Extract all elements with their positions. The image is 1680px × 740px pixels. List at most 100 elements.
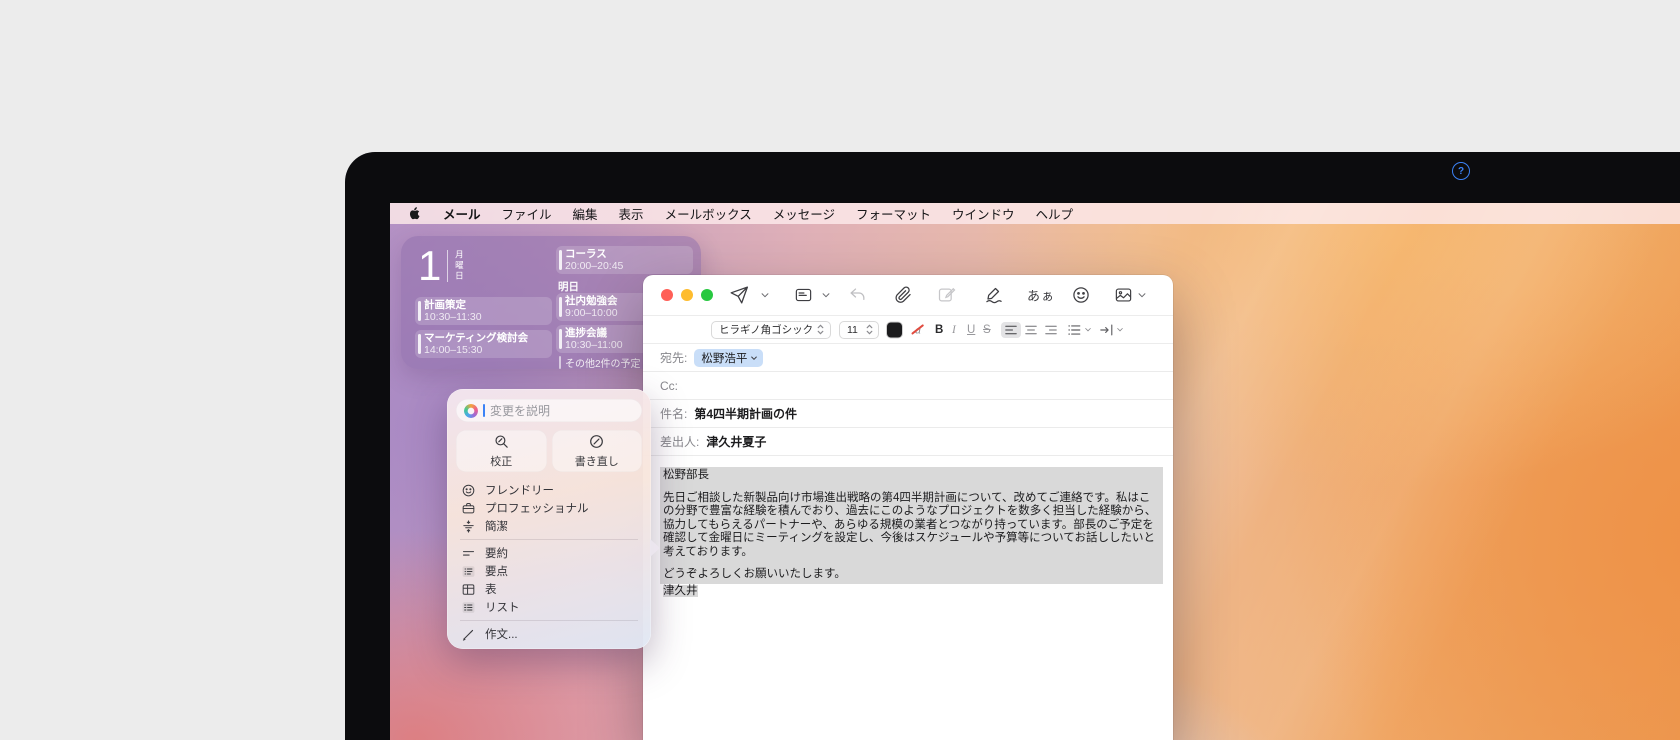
- rewrite-pen-icon: [588, 433, 605, 450]
- item-label: リスト: [485, 599, 520, 615]
- align-right-button[interactable]: [1041, 322, 1061, 338]
- align-center-button[interactable]: [1021, 322, 1041, 338]
- window-titlebar: あぁ: [643, 275, 1173, 315]
- text-color-well[interactable]: [887, 322, 902, 337]
- tone-professional-item[interactable]: プロフェッショナル: [456, 499, 642, 517]
- tone-concise-item[interactable]: 簡潔: [456, 517, 642, 535]
- send-options-chevron-icon[interactable]: [760, 290, 770, 300]
- blank-line: [663, 559, 1160, 568]
- menu-item-window[interactable]: ウインドウ: [952, 204, 1015, 223]
- item-label: 要点: [485, 563, 508, 579]
- cc-field-row[interactable]: Cc:: [643, 372, 1173, 400]
- menu-item-view[interactable]: 表示: [619, 204, 644, 223]
- chip-chevron-icon: [750, 354, 758, 362]
- item-label: 簡潔: [485, 518, 508, 534]
- to-label: 宛先:: [660, 349, 687, 366]
- strikethrough-button[interactable]: S: [983, 324, 991, 336]
- divider: [460, 539, 638, 540]
- recipient-chip[interactable]: 松野浩平: [694, 349, 763, 367]
- align-left-button[interactable]: [1001, 322, 1021, 338]
- message-body[interactable]: 松野部長 先日ご相談した新製品向け市場進出戦略の第4四半期計画について、改めてご…: [643, 456, 1173, 598]
- list-icon: [461, 600, 476, 615]
- indent-button[interactable]: [1099, 323, 1124, 336]
- table-item[interactable]: 表: [456, 580, 642, 598]
- help-hotspot-icon[interactable]: ?: [1452, 162, 1470, 180]
- list-item[interactable]: リスト: [456, 598, 642, 616]
- calendar-event[interactable]: コーラス 20:00–20:45: [556, 246, 693, 274]
- minimize-button[interactable]: [681, 289, 693, 301]
- from-label: 差出人:: [660, 433, 699, 450]
- item-label: フレンドリー: [485, 482, 554, 498]
- proofread-magnifier-icon: [493, 433, 510, 450]
- font-family-select[interactable]: ヒラギノ角ゴシック: [711, 321, 831, 339]
- attachment-paperclip-icon[interactable]: [893, 285, 913, 305]
- handwriting-pen-icon[interactable]: [983, 285, 1005, 305]
- bold-button[interactable]: B: [935, 324, 943, 336]
- photo-browser-chevron-icon[interactable]: [1137, 290, 1147, 300]
- describe-change-input[interactable]: 変更を説明: [456, 399, 642, 422]
- emoji-picker-icon[interactable]: [1071, 285, 1091, 305]
- close-button[interactable]: [661, 289, 673, 301]
- key-points-icon: [461, 564, 476, 579]
- input-placeholder: 変更を説明: [490, 402, 550, 419]
- table-icon: [461, 582, 476, 597]
- tone-friendly-item[interactable]: フレンドリー: [456, 481, 642, 499]
- menu-item-message[interactable]: メッセージ: [773, 204, 835, 223]
- zoom-button[interactable]: [701, 289, 713, 301]
- to-field-row[interactable]: 宛先: 松野浩平: [643, 344, 1173, 372]
- menu-item-help[interactable]: ヘルプ: [1036, 204, 1074, 223]
- body-closing: どうぞよろしくお願いいたします。: [663, 568, 1160, 582]
- recipient-name: 松野浩平: [701, 350, 747, 366]
- smiley-icon: [461, 483, 476, 498]
- apple-intelligence-icon: [464, 404, 478, 418]
- font-size-value: 11: [840, 324, 864, 336]
- send-button[interactable]: [729, 285, 750, 306]
- item-label: 要約: [485, 545, 508, 561]
- header-fields-chevron-icon[interactable]: [821, 290, 831, 300]
- italic-button[interactable]: I: [952, 324, 956, 336]
- reply-icon: [847, 286, 868, 305]
- header-fields-button[interactable]: [793, 286, 814, 305]
- mac-screen: メール ファイル 編集 表示 メールボックス メッセージ フォーマット ウインド…: [390, 203, 1680, 740]
- concise-icon: [461, 519, 476, 534]
- proofread-label: 校正: [490, 453, 512, 469]
- body-greeting: 松野部長: [663, 469, 1160, 483]
- photo-browser-icon[interactable]: [1113, 286, 1134, 305]
- blank-line: [663, 483, 1160, 492]
- item-label: プロフェッショナル: [485, 500, 589, 516]
- writing-tools-popup: 変更を説明 校正 書き直し フレンドリー: [447, 389, 651, 649]
- body-paragraph: 先日ご相談した新製品向け市場進出戦略の第4四半期計画について、改めてご連絡です。…: [663, 492, 1160, 560]
- calendar-event[interactable]: 計画策定 10:30–11:30: [415, 297, 552, 325]
- compose-item[interactable]: 作文...: [456, 625, 642, 643]
- subject-label: 件名:: [660, 405, 687, 422]
- menu-item-file[interactable]: ファイル: [502, 204, 552, 223]
- menu-item-mailbox[interactable]: メールボックス: [665, 204, 752, 223]
- apple-logo-icon[interactable]: [409, 206, 422, 221]
- popup-arrow: [650, 539, 660, 557]
- divider: [460, 620, 638, 621]
- menu-item-format[interactable]: フォーマット: [856, 204, 931, 223]
- key-points-item[interactable]: 要点: [456, 562, 642, 580]
- format-toggle-button[interactable]: あぁ: [1027, 286, 1055, 305]
- summary-icon: [461, 546, 476, 561]
- from-value: 津久井夏子: [706, 433, 766, 450]
- menu-bar: メール ファイル 編集 表示 メールボックス メッセージ フォーマット ウインド…: [390, 203, 1680, 224]
- proofread-button[interactable]: 校正: [456, 430, 547, 472]
- from-field-row[interactable]: 差出人: 津久井夏子: [643, 428, 1173, 456]
- body-signature-line: 津久井: [660, 585, 1163, 599]
- font-size-select[interactable]: 11: [839, 321, 879, 339]
- menu-item-mail[interactable]: メール: [443, 204, 481, 223]
- underline-button[interactable]: U: [967, 324, 975, 336]
- calendar-more-events: その他2件の予定: [559, 355, 641, 370]
- cc-label: Cc:: [660, 379, 678, 393]
- body-signature: 津久井: [663, 585, 698, 597]
- subject-field-row[interactable]: 件名: 第4四半期計画の件: [643, 400, 1173, 428]
- menu-item-edit[interactable]: 編集: [573, 204, 598, 223]
- summary-item[interactable]: 要約: [456, 544, 642, 562]
- briefcase-icon: [461, 501, 476, 516]
- list-style-button[interactable]: [1067, 323, 1092, 336]
- calendar-event[interactable]: マーケティング検討会 14:00–15:30: [415, 330, 552, 358]
- rewrite-button[interactable]: 書き直し: [552, 430, 643, 472]
- calendar-date: 1 月曜日: [418, 244, 464, 288]
- item-label: 表: [485, 581, 497, 597]
